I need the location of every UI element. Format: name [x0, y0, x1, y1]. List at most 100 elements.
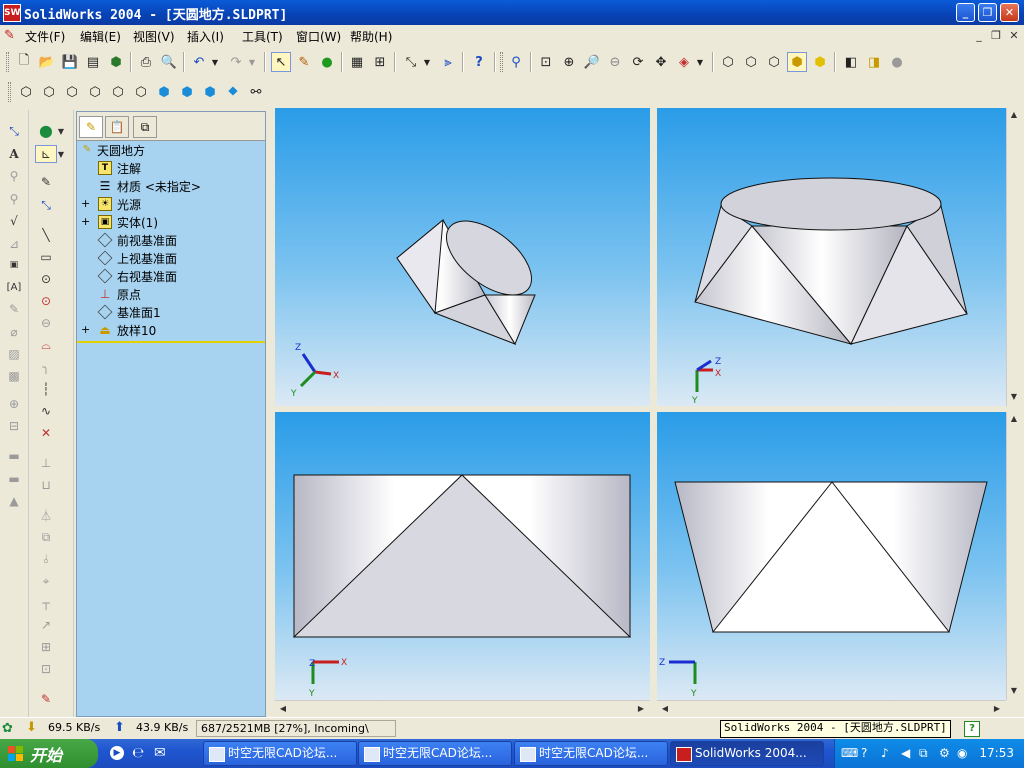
sketch-icon[interactable]: ✎: [294, 52, 314, 72]
left-view-icon[interactable]: ⬡: [62, 82, 82, 102]
viewport-splitter-vertical[interactable]: [650, 108, 657, 717]
top-view-icon[interactable]: ⬡: [108, 82, 128, 102]
taskbar-item[interactable]: 时空无限CAD论坛...: [514, 741, 668, 766]
scroll-down-arrow-icon[interactable]: ▼: [1007, 390, 1021, 404]
doc-close-button[interactable]: ✕: [1007, 29, 1021, 42]
linear-pattern-icon[interactable]: ⊞: [35, 638, 57, 656]
front-view-icon[interactable]: ⬡: [16, 82, 36, 102]
tree-item-lighting[interactable]: + ☀ 光源: [77, 195, 265, 213]
isometric-view-icon[interactable]: ⬢: [154, 82, 174, 102]
redo-dropdown-icon[interactable]: ▼: [246, 52, 258, 72]
scroll-up-arrow-icon[interactable]: ▲: [1007, 108, 1021, 122]
zoom-area-icon[interactable]: ⊕: [559, 52, 579, 72]
menu-edit[interactable]: 编辑(E): [80, 28, 121, 45]
mirror-icon[interactable]: ⏃: [35, 506, 57, 524]
filter-icon[interactable]: ⫸: [438, 52, 458, 72]
scroll-right-arrow-icon[interactable]: ▶: [990, 702, 1004, 716]
bottom-view-icon[interactable]: ⬡: [131, 82, 151, 102]
extend-icon[interactable]: ┬: [35, 594, 57, 612]
options-icon[interactable]: ⊞: [370, 52, 390, 72]
trimetric-view-icon[interactable]: ⬢: [177, 82, 197, 102]
multi-jog-leader-icon[interactable]: ▲: [3, 492, 25, 510]
block-icon[interactable]: ▨: [3, 345, 25, 363]
tree-item-material[interactable]: ☰ 材质 <未指定>: [77, 177, 265, 195]
menu-view[interactable]: 视图(V): [133, 28, 175, 45]
zoom-to-fit-icon[interactable]: ⊡: [536, 52, 556, 72]
sketch-dropdown-icon[interactable]: ▼: [55, 122, 67, 140]
redo-icon[interactable]: ↷: [226, 52, 246, 72]
sketch-entity-dropdown-icon[interactable]: ▼: [55, 145, 67, 163]
area-hatch-icon[interactable]: ▩: [3, 367, 25, 385]
taskbar-item-active[interactable]: SolidWorks 2004...: [670, 741, 824, 766]
measure-icon[interactable]: ⚲: [506, 52, 526, 72]
sound-icon[interactable]: ♪: [881, 746, 889, 760]
tree-item-annotations[interactable]: T 注解: [77, 159, 265, 177]
tree-item-plane1[interactable]: 基准面1: [77, 303, 265, 321]
property-manager-tab[interactable]: 📋: [105, 116, 129, 138]
undo-icon[interactable]: ↶: [189, 52, 209, 72]
print-preview-icon[interactable]: 🔍: [159, 52, 179, 72]
scroll-left-arrow-icon[interactable]: ◀: [658, 702, 672, 716]
surface-finish-icon[interactable]: √: [3, 212, 25, 230]
scroll-up-arrow-icon[interactable]: ▲: [1007, 412, 1021, 426]
rotate-icon[interactable]: ⟳: [628, 52, 648, 72]
sketch-dimension-icon[interactable]: ⤡: [35, 196, 57, 214]
centerline-icon[interactable]: ⊟: [3, 417, 25, 435]
tree-root[interactable]: ✎ 天圆地方: [77, 141, 265, 159]
pan-icon[interactable]: ✥: [651, 52, 671, 72]
expand-toggle[interactable]: +: [81, 215, 91, 228]
scroll-left-arrow-icon[interactable]: ◀: [276, 702, 290, 716]
tangent-arc-icon[interactable]: ⊖: [35, 314, 57, 332]
smart-dimension-icon[interactable]: ⤡: [3, 122, 25, 140]
viewport-vertical-scrollbar[interactable]: ▲ ▼: [1006, 412, 1022, 700]
normal-to-icon[interactable]: ⯁: [223, 82, 243, 102]
save-icon[interactable]: 💾: [60, 52, 80, 72]
document-icon[interactable]: ✎: [4, 28, 15, 43]
tree-item-origin[interactable]: ⊥ 原点: [77, 285, 265, 303]
viewport-isometric[interactable]: Z X Y: [275, 108, 650, 406]
realview-icon[interactable]: ●: [887, 52, 907, 72]
start-button[interactable]: 开始: [0, 739, 98, 768]
datum-feature-icon[interactable]: [A]: [3, 278, 25, 296]
display-relations-icon[interactable]: ⊔: [35, 476, 57, 494]
feature-manager-tab[interactable]: ✎: [79, 116, 103, 138]
tree-item-loft[interactable]: + ⏏ 放样10: [77, 321, 265, 339]
tree-item-top-plane[interactable]: 上视基准面: [77, 249, 265, 267]
help-icon[interactable]: ?: [964, 721, 980, 737]
menu-window[interactable]: 窗口(W): [296, 28, 341, 45]
scroll-right-arrow-icon[interactable]: ▶: [634, 702, 648, 716]
doc-restore-button[interactable]: ❐: [989, 29, 1003, 42]
view-orientation-dropdown-icon[interactable]: ▼: [694, 52, 706, 72]
taskbar-item[interactable]: 时空无限CAD论坛...: [203, 741, 357, 766]
smart-dimension-icon[interactable]: ⤡: [401, 52, 421, 72]
viewport-horizontal-scrollbar[interactable]: ◀ ▶: [275, 700, 650, 716]
viewport-horizontal-scrollbar[interactable]: ◀ ▶: [657, 700, 1006, 716]
centerpoint-arc-icon[interactable]: ⊙: [35, 292, 57, 310]
cosmetic-thread-icon[interactable]: ▬: [3, 470, 25, 488]
circular-pattern-icon[interactable]: ⊡: [35, 660, 57, 678]
rectangle-icon[interactable]: ▭: [35, 248, 57, 266]
sketch-icon[interactable]: ⬤: [35, 122, 57, 140]
geometric-tolerance-icon[interactable]: ▣: [3, 256, 25, 274]
hidden-lines-visible-icon[interactable]: ⬡: [741, 52, 761, 72]
perspective-icon[interactable]: ◧: [841, 52, 861, 72]
tree-item-front-plane[interactable]: 前视基准面: [77, 231, 265, 249]
spline-icon[interactable]: ∿: [35, 402, 57, 420]
security-tray-icon[interactable]: ⚙: [939, 746, 950, 760]
new-icon[interactable]: 🗋: [14, 52, 34, 72]
zoom-selection-icon[interactable]: ⊖: [605, 52, 625, 72]
revision-icon[interactable]: ▬: [3, 447, 25, 465]
menu-file[interactable]: 文件(F): [25, 28, 65, 45]
doc-minimize-button[interactable]: _: [972, 29, 986, 42]
close-button[interactable]: ✕: [1000, 3, 1019, 22]
menu-help[interactable]: 帮助(H): [350, 28, 392, 45]
rollback-bar[interactable]: [77, 341, 265, 343]
ie-icon[interactable]: ℮: [132, 745, 144, 761]
sketch-pencil-icon[interactable]: ✎: [35, 173, 57, 191]
convert-entities-icon[interactable]: ⫰: [35, 550, 57, 568]
viewport-right[interactable]: Z Y: [657, 412, 1006, 700]
hidden-lines-removed-icon[interactable]: ⬡: [764, 52, 784, 72]
print-icon[interactable]: ⎙: [136, 52, 156, 72]
media-player-icon[interactable]: ▶: [110, 746, 124, 760]
back-view-icon[interactable]: ⬡: [39, 82, 59, 102]
